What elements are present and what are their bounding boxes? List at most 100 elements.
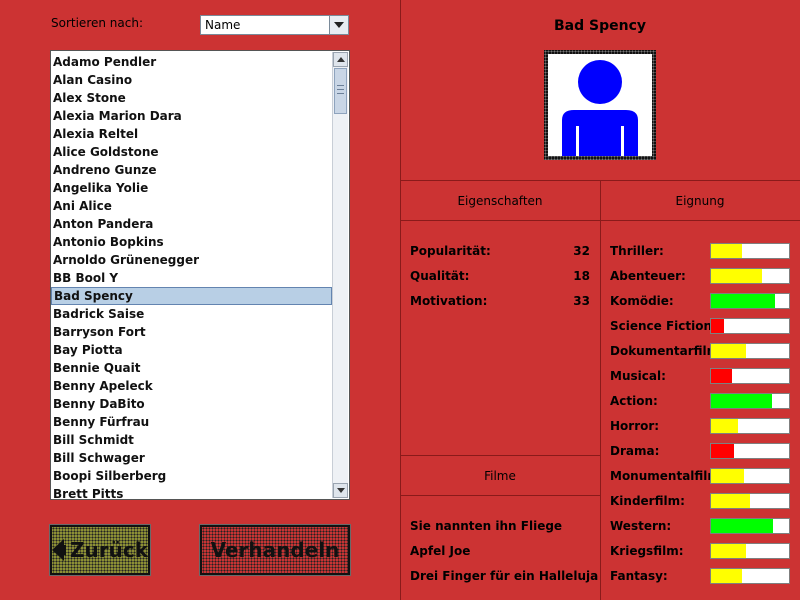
back-button-label: Zurück bbox=[70, 538, 148, 562]
genre-suitability-bar bbox=[710, 268, 790, 284]
genre-suitability-fill bbox=[711, 244, 743, 258]
genre-label: Monumentalfilm: bbox=[610, 469, 725, 483]
actor-list-item[interactable]: Adamo Pendler bbox=[51, 53, 332, 71]
genre-label: Musical: bbox=[610, 369, 666, 383]
genre-label: Drama: bbox=[610, 444, 660, 458]
genre-suitability-bar bbox=[710, 293, 790, 309]
actor-list-item[interactable]: Benny Fürfrau bbox=[51, 413, 332, 431]
property-value: 18 bbox=[573, 269, 590, 283]
film-item: Apfel Joe bbox=[410, 544, 471, 558]
genre-label: Fantasy: bbox=[610, 569, 668, 583]
scroll-up-icon[interactable] bbox=[333, 52, 348, 67]
divider bbox=[400, 0, 401, 600]
suitability-heading: Eignung bbox=[675, 194, 725, 208]
actor-name: Bad Spency bbox=[553, 18, 646, 34]
divider bbox=[400, 495, 600, 496]
genre-suitability-bar bbox=[710, 468, 790, 484]
actor-list-item[interactable]: Antonio Bopkins bbox=[51, 233, 332, 251]
genre-suitability-bar bbox=[710, 568, 790, 584]
genre-suitability-fill bbox=[711, 294, 775, 308]
actor-list-item[interactable]: Ani Alice bbox=[51, 197, 332, 215]
actor-list-item[interactable]: Alex Stone bbox=[51, 89, 332, 107]
actor-list-item[interactable]: Andreno Gunze bbox=[51, 161, 332, 179]
property-value: 32 bbox=[573, 244, 590, 258]
genre-suitability-bar bbox=[710, 318, 790, 334]
scroll-down-icon[interactable] bbox=[333, 483, 348, 498]
genre-label: Thriller: bbox=[610, 244, 664, 258]
actor-list-item[interactable]: Bad Spency bbox=[51, 287, 332, 305]
genre-suitability-fill bbox=[711, 469, 744, 483]
property-label: Popularität: bbox=[410, 244, 491, 258]
genre-label: Komödie: bbox=[610, 294, 674, 308]
actor-list-item[interactable]: Anton Pandera bbox=[51, 215, 332, 233]
actor-list-item[interactable]: Arnoldo Grünenegger bbox=[51, 251, 332, 269]
divider bbox=[600, 180, 601, 600]
genre-label: Science Fiction: bbox=[610, 319, 717, 333]
actor-list-item[interactable]: Alexia Marion Dara bbox=[51, 107, 332, 125]
negotiate-button[interactable]: Verhandeln bbox=[199, 524, 351, 576]
genre-suitability-bar bbox=[710, 543, 790, 559]
left-arrow-icon bbox=[52, 539, 64, 561]
genre-suitability-fill bbox=[711, 369, 733, 383]
genre-suitability-fill bbox=[711, 444, 735, 458]
genre-suitability-fill bbox=[711, 269, 762, 283]
genre-suitability-bar bbox=[710, 518, 790, 534]
film-item: Drei Finger für ein Halleluja bbox=[410, 569, 599, 583]
genre-suitability-fill bbox=[711, 344, 747, 358]
person-silhouette-icon bbox=[562, 60, 638, 156]
actor-list-item[interactable]: Bennie Quait bbox=[51, 359, 332, 377]
actor-list-item[interactable]: Alexia Reltel bbox=[51, 125, 332, 143]
chevron-down-icon[interactable] bbox=[329, 16, 348, 34]
actor-list-item[interactable]: Brett Pitts bbox=[51, 485, 332, 499]
actor-list-items: Adamo Pendler Alan Casino Alex Stone Alexia… bbox=[51, 53, 332, 499]
genre-suitability-fill bbox=[711, 544, 747, 558]
actor-list-item[interactable]: Benny Apeleck bbox=[51, 377, 332, 395]
negotiate-button-label: Verhandeln bbox=[210, 538, 340, 562]
sort-label: Sortieren nach: bbox=[51, 16, 143, 30]
actor-list-item[interactable]: Angelika Yolie bbox=[51, 179, 332, 197]
genre-label: Horror: bbox=[610, 419, 660, 433]
property-label: Qualität: bbox=[410, 269, 470, 283]
scrollbar-thumb[interactable] bbox=[334, 68, 347, 114]
actor-list-item[interactable]: BB Bool Y bbox=[51, 269, 332, 287]
genre-suitability-fill bbox=[711, 494, 750, 508]
genre-label: Abenteuer: bbox=[610, 269, 686, 283]
genre-suitability-fill bbox=[711, 519, 774, 533]
genre-label: Dokumentarfilm: bbox=[610, 344, 724, 358]
actor-list-item[interactable]: Bill Schmidt bbox=[51, 431, 332, 449]
divider bbox=[400, 455, 600, 456]
actor-list-item[interactable]: Badrick Saise bbox=[51, 305, 332, 323]
genre-suitability-bar bbox=[710, 393, 790, 409]
film-item: Sie nannten ihn Fliege bbox=[410, 519, 563, 533]
genre-label: Kriegsfilm: bbox=[610, 544, 684, 558]
genre-label: Western: bbox=[610, 519, 672, 533]
genre-suitability-bar bbox=[710, 343, 790, 359]
actor-list-item[interactable]: Barryson Fort bbox=[51, 323, 332, 341]
genre-suitability-fill bbox=[711, 419, 739, 433]
scrollbar[interactable] bbox=[332, 52, 348, 498]
genre-label: Action: bbox=[610, 394, 658, 408]
property-label: Motivation: bbox=[410, 294, 488, 308]
back-button[interactable]: Zurück bbox=[49, 524, 151, 576]
films-heading: Filme bbox=[484, 469, 516, 483]
genre-suitability-fill bbox=[711, 569, 743, 583]
actor-list-item[interactable]: Benny DaBito bbox=[51, 395, 332, 413]
property-value: 33 bbox=[573, 294, 590, 308]
sort-select-value: Name bbox=[205, 18, 241, 32]
actor-list-item[interactable]: Boopi Silberberg bbox=[51, 467, 332, 485]
genre-suitability-fill bbox=[711, 394, 772, 408]
sort-select[interactable]: Name bbox=[200, 15, 349, 35]
genre-suitability-bar bbox=[710, 243, 790, 259]
properties-heading: Eigenschaften bbox=[457, 194, 543, 208]
actor-list-item[interactable]: Alan Casino bbox=[51, 71, 332, 89]
genre-suitability-fill bbox=[711, 319, 725, 333]
genre-suitability-bar bbox=[710, 443, 790, 459]
genre-suitability-bar bbox=[710, 368, 790, 384]
actor-list-item[interactable]: Bill Schwager bbox=[51, 449, 332, 467]
genre-label: Kinderfilm: bbox=[610, 494, 685, 508]
actor-list-item[interactable]: Bay Piotta bbox=[51, 341, 332, 359]
actor-list-item[interactable]: Alice Goldstone bbox=[51, 143, 332, 161]
genre-suitability-bar bbox=[710, 418, 790, 434]
genre-suitability-bar bbox=[710, 493, 790, 509]
actor-list[interactable]: Adamo Pendler Alan Casino Alex Stone Alexia… bbox=[50, 50, 350, 500]
